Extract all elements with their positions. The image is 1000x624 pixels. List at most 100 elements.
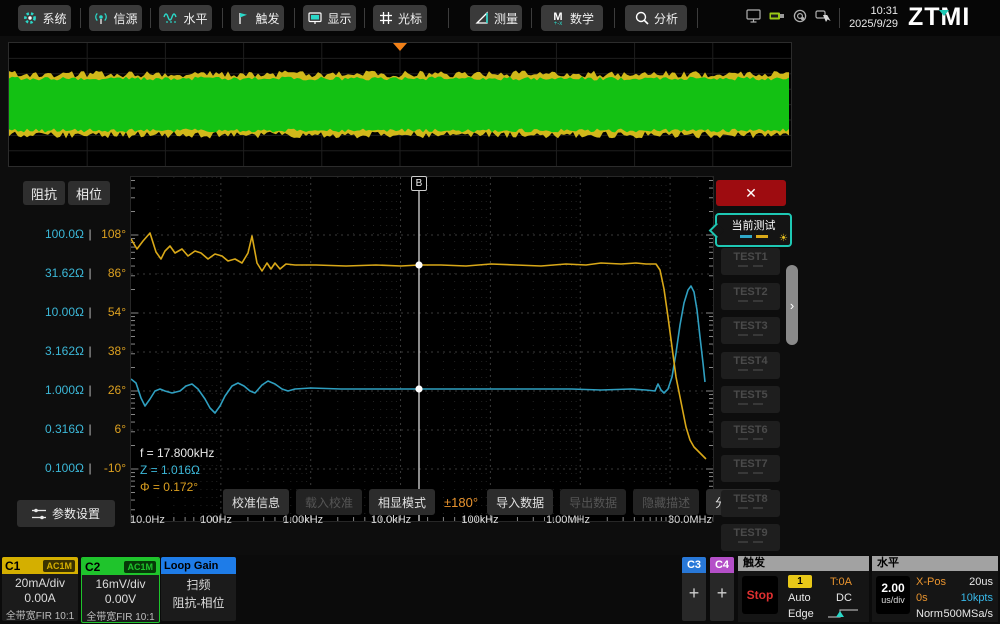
frequency-axis: 10.0Hz100Hz1.00kHz10.0kHz100kHz1.00MHz30…	[130, 514, 712, 528]
horizontal-panel[interactable]: 水平 2.00 us/div X-Pos 0s Norm 20us 10kpts…	[872, 556, 998, 622]
menu-button-9[interactable]: 分析	[625, 5, 687, 31]
test-slot-5[interactable]: TEST5	[721, 386, 780, 413]
impedance-mode-button[interactable]: 阻抗	[23, 181, 65, 205]
test-slot-2[interactable]: TEST2	[721, 283, 780, 310]
touch-circle-icon[interactable]	[793, 9, 809, 30]
gesture-hand-icon[interactable]	[815, 9, 831, 30]
axis-tick-row: 0.316Ω|6°	[20, 421, 126, 437]
parameter-settings-button[interactable]: 参数设置	[17, 500, 115, 527]
plot-button-3[interactable]: 相显模式	[369, 489, 435, 515]
divider	[697, 8, 698, 28]
cursor-impedance: Z = 1.016Ω	[140, 462, 214, 479]
add-channel-c4[interactable]: C4+	[710, 557, 734, 621]
test-slot-6[interactable]: TEST6	[721, 421, 780, 448]
loop-gain-box[interactable]: Loop Gain 扫频 阻抗-相位	[161, 557, 236, 621]
horizontal-panel-title: 水平	[872, 556, 998, 571]
channel-scale: 16mV/div	[82, 577, 159, 591]
test-slot-label: TEST3	[721, 320, 780, 332]
clock: 10:31 2025/9/29	[836, 5, 898, 31]
close-button[interactable]: ✕	[716, 180, 786, 206]
freq-tick-label: 30.0MHz	[668, 514, 712, 526]
trigger-panel-title: 触发	[738, 556, 869, 571]
flag-icon	[235, 10, 251, 26]
impedance-tick: 0.100Ω	[20, 461, 84, 475]
axis-tick-row: 31.62Ω|86°	[20, 265, 126, 281]
menu-button-6[interactable]: 光标	[373, 5, 427, 31]
close-icon: ✕	[745, 185, 757, 202]
phase-trace-mark	[756, 235, 768, 238]
channel-box-c2[interactable]: C2AC1M16mV/div0.00V全带宽FIR 10:1	[81, 557, 160, 623]
waveform-canvas	[9, 43, 791, 166]
memory-depth: 10kpts	[961, 592, 993, 604]
impedance-trace-mark	[740, 235, 752, 238]
test-slot-4[interactable]: TEST4	[721, 352, 780, 379]
tick-separator: |	[84, 344, 96, 358]
add-channel-c3[interactable]: C3+	[682, 557, 706, 621]
menu-button-1[interactable]: 系统	[18, 5, 71, 31]
divider	[150, 8, 151, 28]
trigger-type: Edge	[788, 608, 814, 620]
logo-text: ZTMI	[908, 3, 970, 31]
trigger-level: T:0A	[830, 576, 852, 588]
math-icon: M+-x	[550, 10, 566, 26]
usb-storage-icon[interactable]	[769, 9, 785, 30]
tick-separator: |	[84, 266, 96, 280]
test-slot-1[interactable]: TEST1	[721, 248, 780, 275]
antenna-icon	[93, 10, 109, 26]
menu-button-label: 水平	[183, 10, 207, 27]
bode-plot[interactable]: B f = 17.800kHz Z = 1.016Ω Φ = 0.172° 校准…	[130, 176, 714, 522]
menu-button-7[interactable]: 测量	[470, 5, 522, 31]
divider	[448, 8, 449, 28]
freq-tick-label: 100Hz	[200, 514, 232, 526]
menu-button-label: 光标	[398, 10, 422, 27]
timebase-value: 2.00	[876, 581, 910, 595]
loop-gain-type: 阻抗-相位	[161, 594, 236, 611]
plot-button-4[interactable]: ±180°	[442, 489, 480, 515]
panel-pullout-handle[interactable]: ›	[786, 265, 798, 345]
phase-tick: 6°	[96, 422, 126, 436]
waveform-display[interactable]	[8, 42, 792, 167]
trigger-position-marker[interactable]	[393, 43, 407, 51]
test-slot-label: TEST1	[721, 251, 780, 263]
phase-tick: 38°	[96, 344, 126, 358]
test-slot-7[interactable]: TEST7	[721, 455, 780, 482]
test-slot-8[interactable]: TEST8	[721, 490, 780, 517]
bottom-status-bar: C1AC1M20mA/div0.00A全带宽FIR 10:1C2AC1M16mV…	[0, 555, 1000, 624]
date-text: 2025/9/29	[836, 18, 898, 31]
channel-scale: 20mA/div	[2, 576, 78, 590]
plot-button-1[interactable]: 校准信息	[223, 489, 289, 515]
plot-button-row: 校准信息载入校准相显模式±180°导入数据导出数据隐藏描述分开显示	[223, 489, 772, 515]
channel-bandwidth: 全带宽FIR 10:1	[2, 607, 78, 621]
menu-button-4[interactable]: 触发	[231, 5, 284, 31]
top-menu-bar: 系统 信源 水平 触发显示 光标 测量 M+-x数学分析 10:31 2025/9/29 Z…	[0, 0, 1000, 36]
plot-button-2: 载入校准	[296, 489, 362, 515]
cursor-b-label[interactable]: B	[411, 176, 427, 191]
screen-mirror-icon[interactable]	[746, 9, 762, 30]
menu-button-8[interactable]: M+-x数学	[541, 5, 603, 31]
xpos-value: 0s	[916, 592, 928, 604]
loop-gain-header: Loop Gain	[161, 557, 236, 574]
trigger-panel[interactable]: 触发 Stop 1 Auto Edge T:0A DC	[738, 556, 869, 622]
channel-box-c1[interactable]: C1AC1M20mA/div0.00A全带宽FIR 10:1	[2, 557, 78, 621]
menu-button-3[interactable]: 水平	[159, 5, 212, 31]
test-slot-9[interactable]: TEST9	[721, 524, 780, 551]
menu-button-2[interactable]: 信源	[89, 5, 142, 31]
menu-button-label: 信源	[113, 10, 137, 27]
plot-button-5[interactable]: 导入数据	[487, 489, 553, 515]
channel-id: C4	[710, 557, 734, 573]
test-slot-3[interactable]: TEST3	[721, 317, 780, 344]
impedance-tick: 0.316Ω	[20, 422, 84, 436]
menu-button-label: 测量	[494, 10, 518, 27]
menu-button-5[interactable]: 显示	[303, 5, 356, 31]
menu-button-label: 系统	[42, 10, 66, 27]
loop-gain-mode: 扫频	[161, 576, 236, 593]
test-slot-label: TEST9	[721, 527, 780, 539]
channel-offset: 0.00V	[82, 592, 159, 606]
current-test-button[interactable]: 当前测试 ☀	[715, 213, 792, 247]
phase-tick: 54°	[96, 305, 126, 319]
test-slot-label: TEST2	[721, 286, 780, 298]
test-slot-label: TEST4	[721, 355, 780, 367]
phase-mode-button[interactable]: 相位	[68, 181, 110, 205]
coupling-badge: AC1M	[124, 561, 156, 573]
display-icon	[307, 10, 323, 26]
